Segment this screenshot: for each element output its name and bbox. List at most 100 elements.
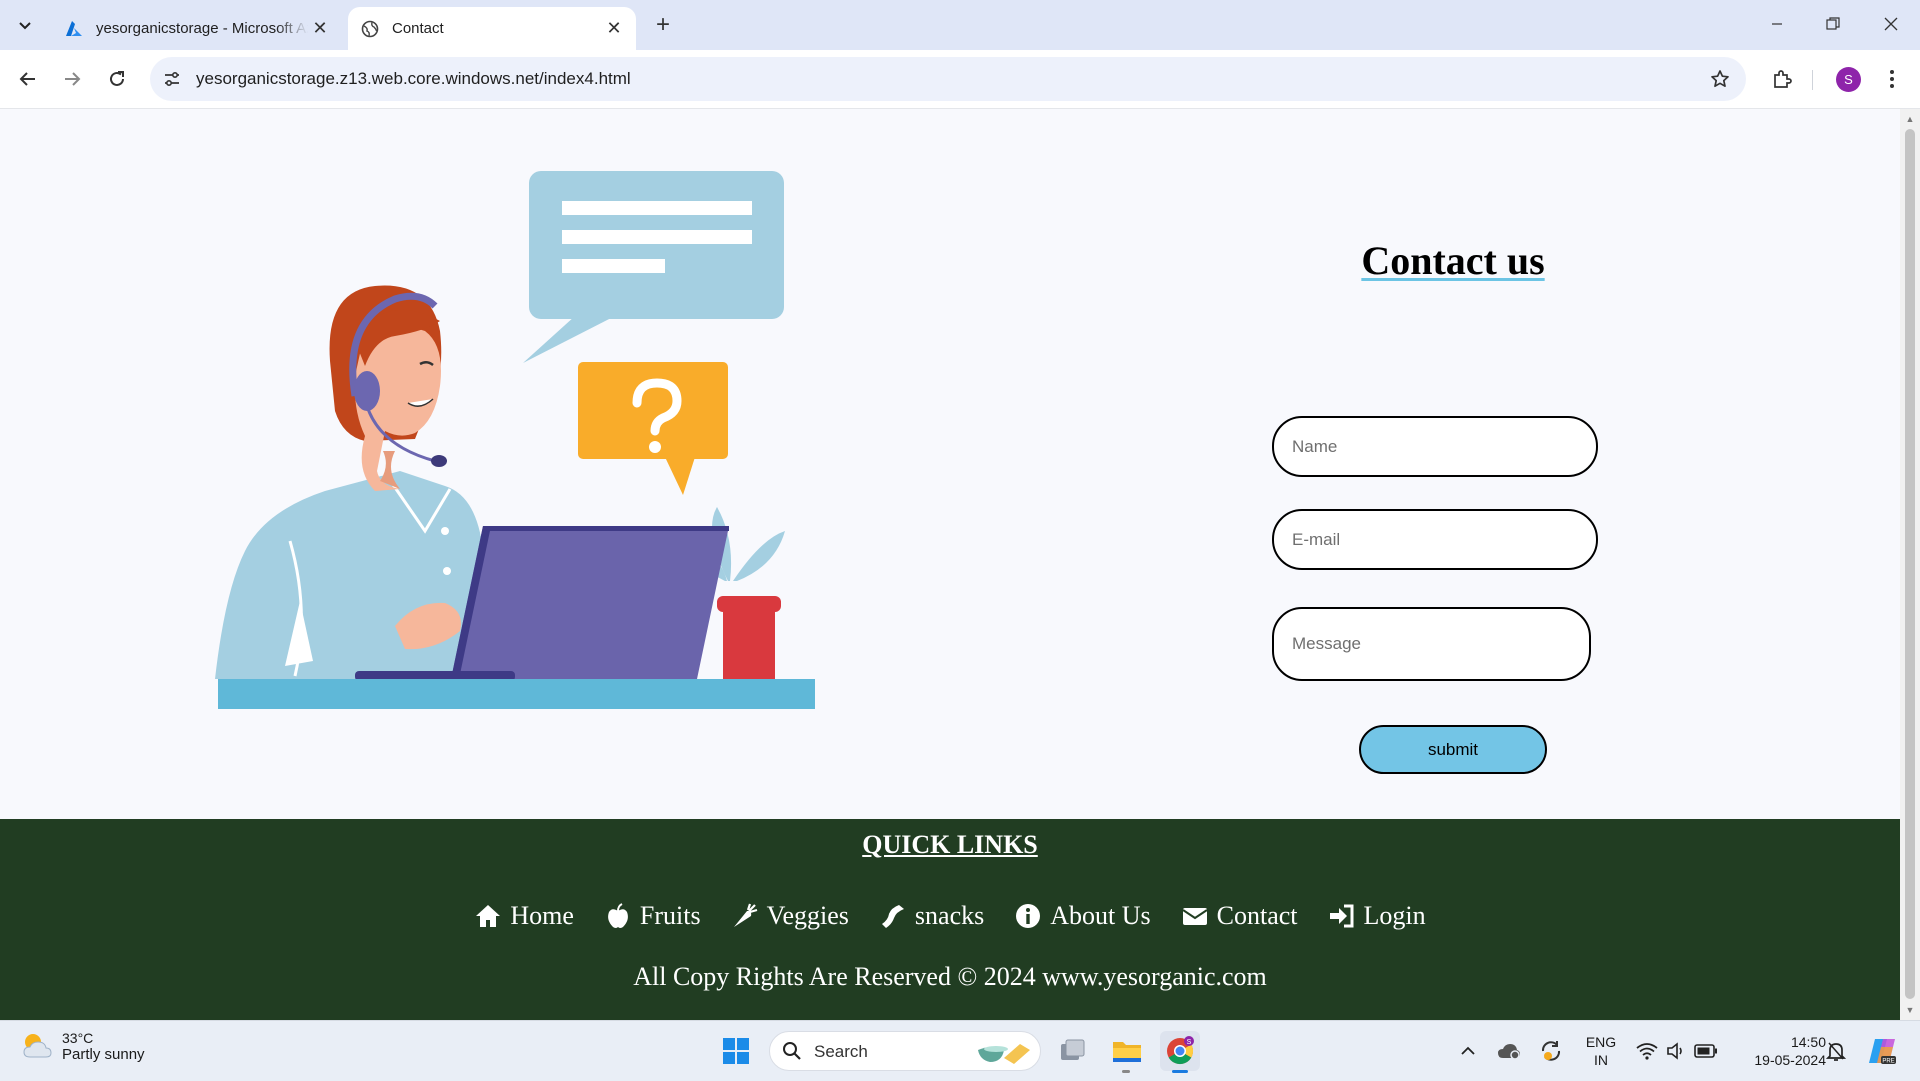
scroll-thumb[interactable]: [1905, 129, 1915, 999]
quick-links-heading: QUICK LINKS: [862, 830, 1038, 859]
address-bar[interactable]: yesorganicstorage.z13.web.core.windows.n…: [150, 57, 1746, 101]
bacon-icon: [881, 905, 904, 928]
footer-link-label: Fruits: [639, 901, 701, 930]
weather-condition: Partly sunny: [62, 1045, 145, 1063]
reload-button[interactable]: [101, 63, 133, 95]
region-code: IN: [1594, 1052, 1608, 1068]
back-button[interactable]: [12, 63, 44, 95]
taskbar-search[interactable]: Search: [769, 1031, 1041, 1071]
scroll-up-icon[interactable]: ▲: [1904, 113, 1916, 125]
extensions-button[interactable]: [1766, 63, 1798, 95]
footer-link-login[interactable]: Login: [1328, 901, 1426, 931]
tab-search-button[interactable]: [10, 10, 40, 40]
submit-button[interactable]: submit: [1359, 725, 1547, 774]
file-explorer-button[interactable]: [1107, 1031, 1147, 1071]
footer-link-veggies[interactable]: Veggies: [731, 901, 849, 931]
speech-bubble-icon: [523, 171, 784, 363]
search-highlight-icon: [978, 1044, 1030, 1064]
task-view-icon: [1061, 1039, 1085, 1060]
site-footer: QUICK LINKS Home Fruits Veggies snacks A…: [0, 819, 1900, 1020]
search-label: Search: [814, 1042, 868, 1061]
chrome-icon: S: [1167, 1036, 1194, 1065]
footer-link-about[interactable]: About Us: [1014, 901, 1151, 931]
show-hidden-icons-button[interactable]: [1454, 1031, 1482, 1071]
close-icon[interactable]: ✕: [602, 17, 626, 41]
toolbar-divider: [1812, 70, 1813, 90]
task-view-button[interactable]: [1053, 1031, 1093, 1071]
battery-icon: [1694, 1044, 1717, 1058]
sync-button[interactable]: [1536, 1031, 1566, 1071]
footer-link-fruits[interactable]: Fruits: [604, 901, 701, 931]
bookmark-star-icon[interactable]: [1708, 67, 1732, 91]
forward-button[interactable]: [56, 63, 88, 95]
bell-icon: [1826, 1042, 1846, 1061]
quick-settings-button[interactable]: [1632, 1031, 1722, 1071]
chevron-down-icon: [19, 22, 31, 30]
info-icon: [1016, 904, 1041, 928]
volume-icon: [1667, 1042, 1682, 1060]
start-button[interactable]: [716, 1031, 756, 1071]
quick-links: Home Fruits Veggies snacks About Us Cont…: [0, 901, 1900, 931]
site-info-icon[interactable]: [160, 67, 184, 91]
svg-text:S: S: [1187, 1039, 1192, 1046]
weather-widget[interactable]: 33°C Partly sunny: [20, 1029, 145, 1063]
running-indicator: [1122, 1070, 1130, 1073]
arrow-right-icon: [65, 72, 81, 86]
folder-icon: [1113, 1042, 1141, 1062]
copyright-text: All Copy Rights Are Reserved © 2024 www.…: [633, 962, 1267, 991]
onedrive-button[interactable]: [1494, 1031, 1524, 1071]
name-input[interactable]: [1272, 416, 1598, 477]
footer-link-label: Home: [510, 901, 574, 930]
support-agent-illustration: [215, 171, 815, 709]
question-bubble-icon: [578, 362, 728, 495]
scroll-down-icon[interactable]: ▼: [1904, 1004, 1916, 1016]
browser-toolbar: yesorganicstorage.z13.web.core.windows.n…: [0, 50, 1920, 109]
tab-contact[interactable]: Contact ✕: [348, 7, 636, 50]
tab-azure[interactable]: yesorganicstorage - Microsoft Azure ✕: [52, 7, 342, 50]
language-indicator[interactable]: ENG IN: [1578, 1033, 1624, 1069]
minimize-button[interactable]: [1754, 8, 1800, 40]
active-indicator: [1172, 1070, 1188, 1073]
notifications-button[interactable]: [1820, 1031, 1852, 1071]
sync-icon: [1541, 1041, 1561, 1061]
sign-in-icon: [1329, 904, 1354, 928]
footer-link-home[interactable]: Home: [474, 901, 574, 931]
tab-title: Contact: [392, 20, 444, 37]
clock[interactable]: 14:50 19-05-2024: [1730, 1033, 1826, 1069]
cloud-icon: [1498, 1044, 1520, 1060]
more-vertical-icon: [1890, 70, 1894, 88]
footer-link-contact[interactable]: Contact: [1181, 901, 1298, 931]
tab-title: yesorganicstorage - Microsoft Azure: [96, 20, 308, 37]
browser-menu-button[interactable]: [1880, 63, 1904, 95]
clock-date: 19-05-2024: [1754, 1052, 1826, 1068]
page-title: Contact us: [1361, 238, 1545, 283]
clock-time: 14:50: [1790, 1034, 1826, 1050]
minimize-icon: [1772, 23, 1782, 25]
footer-link-label: Contact: [1216, 901, 1298, 930]
close-window-button[interactable]: [1868, 8, 1914, 40]
email-input[interactable]: [1272, 509, 1598, 570]
page-scrollbar[interactable]: ▲ ▼: [1900, 109, 1920, 1020]
restore-button[interactable]: [1810, 8, 1856, 40]
globe-icon: [360, 19, 380, 39]
page-viewport: Contact us submit QUICK LINKS Home Fruit…: [0, 109, 1900, 1020]
apple-icon: [608, 903, 628, 928]
envelope-icon: [1182, 908, 1208, 925]
wifi-icon: [1636, 1043, 1658, 1060]
temperature: 33°C: [62, 1029, 94, 1046]
search-icon: [783, 1042, 801, 1060]
footer-link-snacks[interactable]: snacks: [879, 901, 984, 931]
close-icon[interactable]: ✕: [308, 17, 332, 41]
copilot-button[interactable]: PRE: [1862, 1031, 1902, 1071]
restore-icon: [1826, 17, 1840, 30]
arrow-left-icon: [19, 72, 35, 86]
chrome-button[interactable]: S: [1160, 1031, 1200, 1071]
new-tab-button[interactable]: +: [650, 11, 676, 38]
footer-link-label: Login: [1363, 901, 1426, 930]
message-input[interactable]: [1272, 607, 1591, 681]
partly-sunny-icon: [23, 1034, 52, 1058]
profile-avatar[interactable]: S: [1836, 67, 1861, 92]
carrot-icon: [733, 903, 757, 927]
reload-icon: [110, 71, 124, 86]
windows-logo-icon: [723, 1038, 749, 1064]
